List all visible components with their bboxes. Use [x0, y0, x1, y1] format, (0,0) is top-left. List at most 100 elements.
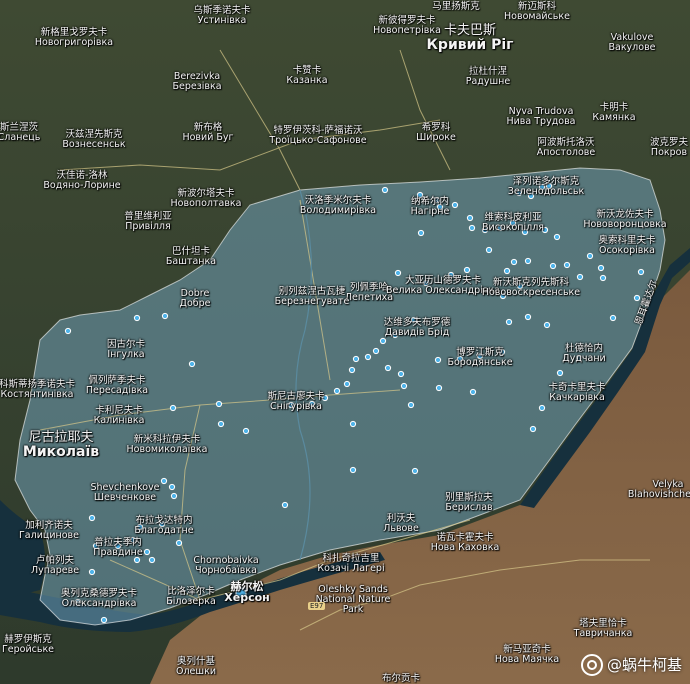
label-shyroke: 希罗科 Широке: [416, 122, 456, 143]
label-pravdyne: 普拉夫季内 Правдине: [93, 537, 143, 558]
map-point: [170, 492, 178, 500]
map-point: [434, 356, 442, 364]
label-peresadivka: 佩列萨季夫卡 Пересадівка: [85, 375, 149, 396]
map-point: [524, 257, 532, 265]
label-lupareve: 卢帕列夫 Лупареве: [30, 555, 80, 576]
label-novopetrivka-top: 新彼得罗夫卡 Новопетрівка: [373, 15, 441, 36]
map-point: [407, 401, 415, 409]
map-point: [463, 266, 471, 274]
map-point: [400, 382, 408, 390]
map-point: [349, 420, 357, 428]
map-point: [161, 312, 169, 320]
label-bilozerka: 比洛泽尔卡 Білозерка: [166, 586, 216, 607]
label-novopoltavka: 新波尔塔夫卡 Новополтавка: [170, 188, 242, 209]
map-point: [417, 229, 425, 237]
label-novomykolaivka: 新米科拉伊夫卡 Новомиколаївка: [126, 434, 208, 455]
map-canvas[interactable]: 乌斯季诺夫卡 Устинівка 新格里戈罗夫卡 Новогригорівка 卡夫…: [0, 0, 690, 684]
map-point: [381, 186, 389, 194]
label-vakulove: Vakulove Вакулове: [608, 32, 656, 53]
label-kazanka: 卡赞卡 Казанка: [286, 65, 328, 86]
map-point: [168, 483, 176, 491]
label-pokrov: 波克罗夫 Покров: [649, 137, 689, 158]
map-point: [148, 556, 156, 564]
map-point: [505, 318, 513, 326]
label-novovoskresenske: 新沃斯克列先斯科 Нововоскресенське: [481, 277, 581, 298]
label-heroiske: 赫罗伊斯克 Геройське: [1, 634, 55, 655]
label-nova-maiachka: 新马亚奇卡 Нова Маячка: [494, 644, 560, 665]
label-tavrychanka: 塔夫里恰卡 Тавричанка: [573, 618, 633, 639]
map-point: [188, 360, 196, 368]
map-point: [469, 388, 477, 396]
label-novovoronzovka: 新沃龙佐夫卡 Нововоронцовка: [583, 209, 667, 230]
label-novohryhorivka: 新格里戈罗夫卡 Новогригорівка: [34, 27, 114, 48]
label-burhunka: 布尔贡卡: [381, 673, 421, 684]
map-point: [133, 556, 141, 564]
label-oleshky: 奥列什基 Олешки: [176, 656, 216, 677]
map-point: [553, 233, 561, 241]
map-point: [538, 404, 546, 412]
map-point: [451, 201, 459, 209]
label-voznesensk: 沃兹涅先斯克 Вознесенськ: [62, 129, 126, 150]
map-point: [281, 501, 289, 509]
map-point: [549, 262, 557, 270]
label-davydiv: 达维多夫布罗德 Давидів Брід: [383, 317, 451, 338]
map-point: [543, 321, 551, 329]
map-point: [411, 467, 419, 475]
label-osokorivka: 奥索科里夫卡 Осокорівка: [598, 235, 656, 256]
map-graphics: [0, 0, 690, 684]
map-point: [348, 366, 356, 374]
label-blahodatne: 布拉戈达特内 Благодатне: [134, 515, 194, 536]
label-volodymyrivka: 沃洛季米尔夫卡 Володимирівка: [299, 195, 377, 216]
map-point: [397, 370, 405, 378]
label-kozachi-laheri: 科扎奇拉吉里 Козачі Лагері: [317, 553, 385, 574]
label-zelenodolsk: 泽列诺多尔斯克 Зеленодольськ: [507, 176, 585, 197]
label-chornobaivka: Chornobaivka Чорнобаївка: [193, 555, 259, 576]
label-kostiantynivka: 科斯蒂扬季诺夫卡 Костянтинівка: [0, 379, 76, 400]
label-nahirne: 纳希尔内 Нагірне: [410, 196, 450, 217]
label-inhulka: 因古尔卡 Інгулка: [106, 339, 146, 360]
label-shevchenkove: Shevchenkove Шевченкове: [90, 482, 160, 503]
map-point: [372, 347, 380, 355]
map-point: [64, 327, 72, 335]
map-point: [143, 548, 151, 556]
label-vysokopillia: 维索科皮利亚 Високопілля: [482, 212, 544, 233]
map-point: [242, 427, 250, 435]
label-pryvillia: 普里维利亚 Привілля: [124, 211, 172, 232]
label-troitsko: 特罗伊茨科-萨福诺沃 Троїцько-Сафонове: [269, 125, 367, 146]
label-lvove: 利沃夫 Львове: [383, 513, 419, 534]
map-point: [510, 258, 518, 266]
map-point: [633, 294, 641, 302]
label-nyva-trudova: Nyva Trudova Нива Трудова: [506, 106, 576, 127]
map-point: [597, 264, 605, 272]
label-mykolaiv: 尼古拉耶夫 Миколаїв: [22, 430, 100, 460]
map-point: [215, 400, 223, 408]
map-point: [175, 539, 183, 547]
map-point: [333, 387, 341, 395]
map-point: [88, 514, 96, 522]
label-slanets: 斯兰涅茨 Сланець: [0, 122, 41, 143]
map-point: [524, 313, 532, 321]
map-point: [556, 369, 564, 377]
label-oleshky-park: Oleshky Sands National Nature Park: [315, 584, 391, 615]
label-marianske: 马里扬斯克: [432, 1, 480, 12]
map-point: [586, 252, 594, 260]
map-point: [384, 364, 392, 372]
map-point: [133, 314, 141, 322]
map-point: [599, 274, 607, 282]
label-velyka-blahovishchenka: VelykaBlahovishchenka: [627, 479, 690, 500]
label-dobre: Dobre Добре: [179, 288, 211, 309]
label-snihurivka: 斯尼古廖夫卡 Снігурівка: [267, 391, 325, 412]
label-ustynivka: 乌斯季诺夫卡 Устинівка: [193, 5, 251, 26]
weibo-logo-icon: [580, 654, 603, 676]
label-bashtanka: 巴什坦卡 Баштанка: [165, 246, 217, 267]
label-novomaiske: 新迈斯科 Новомайське: [504, 1, 570, 22]
map-point: [364, 353, 372, 361]
map-point: [343, 380, 351, 388]
map-point: [160, 477, 168, 485]
map-point: [100, 616, 108, 624]
map-point: [169, 404, 177, 412]
label-bereznehuvate: 别列兹涅古瓦捷 Березнегувате: [274, 286, 350, 307]
label-beryslav: 别里斯拉夫 Берислав: [445, 492, 493, 513]
label-berezivka: Berezivka Березівка: [172, 71, 222, 92]
label-dudchany: 杜德恰内 Дудчани: [562, 343, 606, 364]
